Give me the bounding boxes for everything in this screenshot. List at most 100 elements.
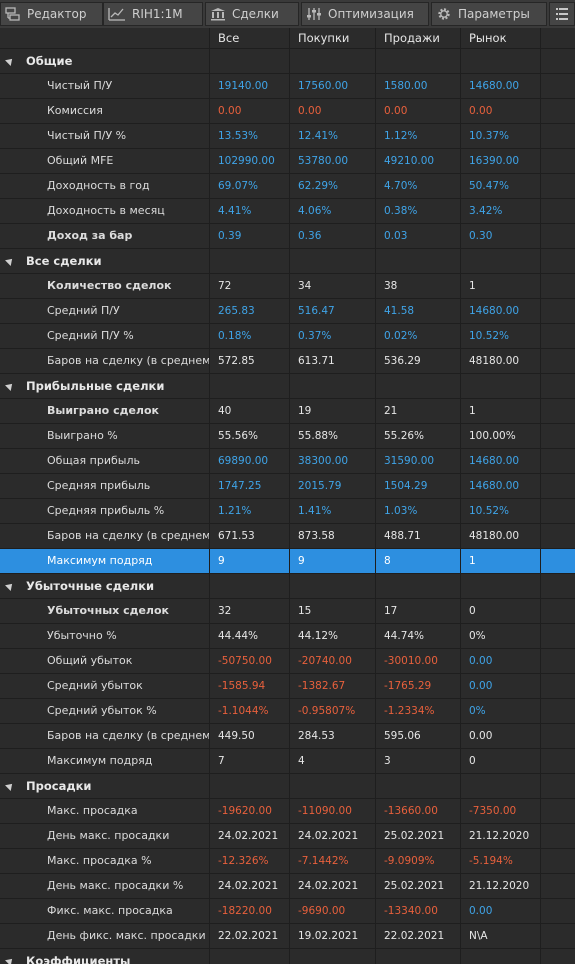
stat-value-market: 14680.00 — [461, 474, 541, 498]
stat-label: Выиграно сделок — [0, 399, 210, 423]
stat-spacer — [541, 499, 575, 523]
expand-arrow-icon[interactable] — [5, 381, 15, 391]
column-header-sells[interactable]: Продажи — [376, 28, 461, 48]
stat-value-sells: 31590.00 — [376, 449, 461, 473]
stat-spacer — [541, 124, 575, 148]
group-header[interactable]: Просадки — [0, 774, 210, 798]
stat-row[interactable]: Доходность в год 69.07% 62.29% 4.70% 50.47% — [0, 174, 575, 199]
stat-value-market: -7350.00 — [461, 799, 541, 823]
column-header-name[interactable] — [0, 28, 210, 48]
group-header[interactable]: Убыточные сделки — [0, 574, 210, 598]
stat-value-market: 0.00 — [461, 674, 541, 698]
group-cell — [376, 774, 461, 798]
group-header[interactable]: Общие — [0, 49, 210, 73]
tab-deals[interactable]: Сделки — [205, 2, 299, 26]
stat-row[interactable]: Средний П/У % 0.18% 0.37% 0.02% 10.52% — [0, 324, 575, 349]
stat-value-sells: -9.0909% — [376, 849, 461, 873]
group-header[interactable]: Все сделки — [0, 249, 210, 273]
expand-arrow-icon[interactable] — [5, 56, 15, 66]
stat-row[interactable]: Общий MFE 102990.00 53780.00 49210.00 16390.… — [0, 149, 575, 174]
stat-row[interactable]: Баров на сделку (в среднем) 572.85 613.71 5… — [0, 349, 575, 374]
group-row[interactable]: Коэффициенты — [0, 949, 575, 964]
group-header[interactable]: Коэффициенты — [0, 949, 210, 964]
stat-row[interactable]: День макс. просадки 24.02.2021 24.02.2021 2… — [0, 824, 575, 849]
stat-row[interactable]: Средний убыток -1585.94 -1382.67 -1765.29 0.… — [0, 674, 575, 699]
stat-spacer — [541, 349, 575, 373]
group-row[interactable]: Все сделки — [0, 249, 575, 274]
stat-row[interactable]: Общий убыток -50750.00 -20740.00 -30010.00 0… — [0, 649, 575, 674]
stat-value-all: -18220.00 — [210, 899, 290, 923]
group-cell — [290, 574, 376, 598]
stat-row[interactable]: Доходность в месяц 4.41% 4.06% 0.38% 3.42% — [0, 199, 575, 224]
group-row[interactable]: Общие — [0, 49, 575, 74]
stat-row[interactable]: Максимум подряд 7 4 3 0 — [0, 749, 575, 774]
group-title: Прибыльные сделки — [26, 379, 165, 393]
expand-arrow-icon[interactable] — [5, 581, 15, 591]
stat-value-all: 69.07% — [210, 174, 290, 198]
group-header[interactable]: Прибыльные сделки — [0, 374, 210, 398]
column-header-all[interactable]: Все — [210, 28, 290, 48]
stat-row[interactable]: Баров на сделку (в среднем) 449.50 284.53 5… — [0, 724, 575, 749]
stat-row[interactable]: Максимум подряд 9 9 8 1 — [0, 549, 575, 574]
stat-value-all: 572.85 — [210, 349, 290, 373]
stat-row[interactable]: Макс. просадка % -12.326% -7.1442% -9.0909%… — [0, 849, 575, 874]
column-header-market[interactable]: Рынок — [461, 28, 541, 48]
stat-row[interactable]: День макс. просадки % 24.02.2021 24.02.202… — [0, 874, 575, 899]
stat-spacer — [541, 199, 575, 223]
column-header-buys[interactable]: Покупки — [290, 28, 376, 48]
group-title: Общие — [26, 54, 73, 68]
group-cell — [541, 49, 575, 73]
group-row[interactable]: Просадки — [0, 774, 575, 799]
stat-row[interactable]: Средний убыток % -1.1044% -0.95807% -1.2334… — [0, 699, 575, 724]
stat-spacer — [541, 449, 575, 473]
stat-row[interactable]: Убыточных сделок 32 15 17 0 — [0, 599, 575, 624]
group-cell — [290, 374, 376, 398]
stat-spacer — [541, 624, 575, 648]
stat-value-market: 0% — [461, 624, 541, 648]
stat-label: Доходность в год — [0, 174, 210, 198]
stat-label: Макс. просадка — [0, 799, 210, 823]
stat-spacer — [541, 274, 575, 298]
stat-row[interactable]: Баров на сделку (в среднем) 671.53 873.58 4… — [0, 524, 575, 549]
stat-row[interactable]: Выиграно сделок 40 19 21 1 — [0, 399, 575, 424]
group-cell — [210, 774, 290, 798]
stat-value-all: -12.326% — [210, 849, 290, 873]
stat-value-buys: 19.02.2021 — [290, 924, 376, 948]
stat-row[interactable]: Комиссия 0.00 0.00 0.00 0.00 — [0, 99, 575, 124]
tab-editor[interactable]: Редактор — [0, 2, 103, 26]
list-menu-button[interactable] — [549, 2, 575, 26]
stat-spacer — [541, 324, 575, 348]
stat-row[interactable]: Средний П/У 265.83 516.47 41.58 14680.00 — [0, 299, 575, 324]
stat-label: Средний П/У — [0, 299, 210, 323]
stat-row[interactable]: Общая прибыль 69890.00 38300.00 31590.00 146… — [0, 449, 575, 474]
group-row[interactable]: Прибыльные сделки — [0, 374, 575, 399]
stat-value-market: 10.37% — [461, 124, 541, 148]
stat-row[interactable]: Выиграно % 55.56% 55.88% 55.26% 100.00% — [0, 424, 575, 449]
stat-value-market: 10.52% — [461, 499, 541, 523]
group-cell — [541, 774, 575, 798]
stat-row[interactable]: Чистый П/У % 13.53% 12.41% 1.12% 10.37% — [0, 124, 575, 149]
stat-row[interactable]: Макс. просадка -19620.00 -11090.00 -13660.0… — [0, 799, 575, 824]
tab-chart[interactable]: RIH1:1M — [103, 2, 203, 26]
stat-value-market: 50.47% — [461, 174, 541, 198]
stat-value-sells: 21 — [376, 399, 461, 423]
group-cell — [210, 949, 290, 964]
group-row[interactable]: Убыточные сделки — [0, 574, 575, 599]
tab-parameters[interactable]: Параметры — [431, 2, 547, 26]
expand-arrow-icon[interactable] — [5, 781, 15, 791]
stat-row[interactable]: Доход за бар 0.39 0.36 0.03 0.30 — [0, 224, 575, 249]
stat-row[interactable]: Убыточно % 44.44% 44.12% 44.74% 0% — [0, 624, 575, 649]
stat-row[interactable]: Средняя прибыль 1747.25 2015.79 1504.29 1468… — [0, 474, 575, 499]
group-cell — [461, 49, 541, 73]
stat-spacer — [541, 724, 575, 748]
stat-value-sells: 25.02.2021 — [376, 874, 461, 898]
stat-value-buys: 12.41% — [290, 124, 376, 148]
stat-row[interactable]: Фикс. макс. просадка -18220.00 -9690.00 -13… — [0, 899, 575, 924]
stat-row[interactable]: Количество сделок 72 34 38 1 — [0, 274, 575, 299]
stat-row[interactable]: Средняя прибыль % 1.21% 1.41% 1.03% 10.52% — [0, 499, 575, 524]
expand-arrow-icon[interactable] — [5, 956, 15, 964]
tab-optimization[interactable]: Оптимизация — [301, 2, 429, 26]
stat-row[interactable]: День фикс. макс. просадки 22.02.2021 19.02… — [0, 924, 575, 949]
stat-row[interactable]: Чистый П/У 19140.00 17560.00 1580.00 14680.0… — [0, 74, 575, 99]
expand-arrow-icon[interactable] — [5, 256, 15, 266]
